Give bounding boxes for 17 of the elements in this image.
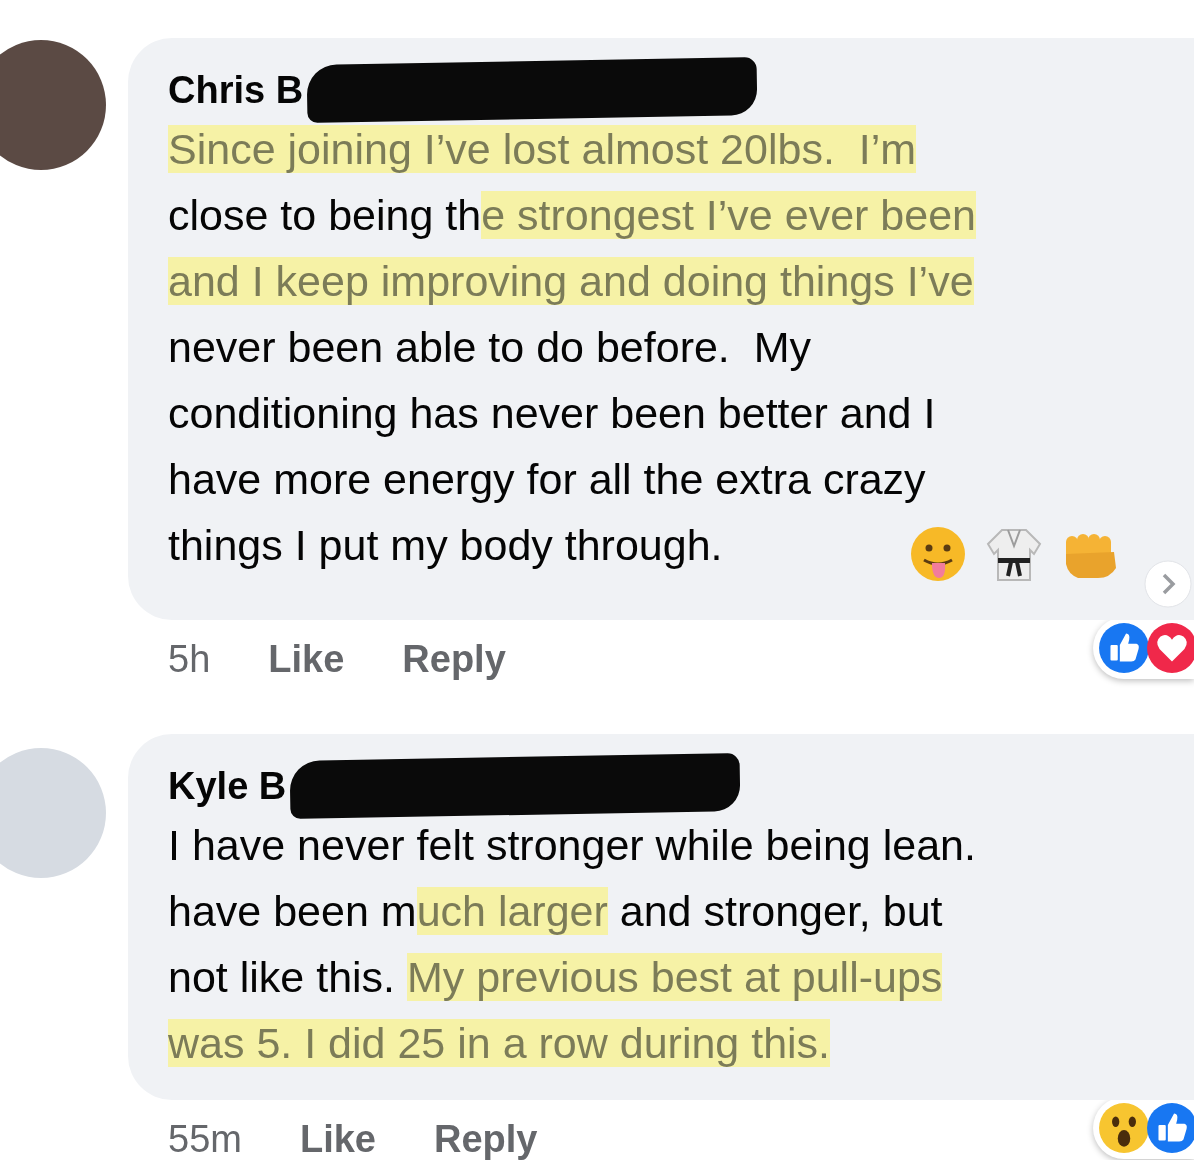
comment-time: 55m [168, 1117, 242, 1160]
comment-action-link[interactable]: Reply [433, 1117, 538, 1160]
comment-text: Since joining I’ve lost almost 20lbs. I’m close to being the strongest I’ve ever been and I keep improving and doing things I’ve never been able to do before. My conditioning has never been better and I have more energy for all the extra crazy things I put my body through. [168, 124, 977, 571]
thumbs-up-icon [1146, 1102, 1194, 1154]
comment-time: 5h [168, 637, 211, 681]
author-name[interactable]: Kyle B [168, 764, 287, 808]
comment-action-link[interactable]: Like [299, 1117, 376, 1160]
thumbs-up-icon [1098, 622, 1150, 674]
heart-icon [1146, 622, 1194, 674]
comment-action-link[interactable]: Reply [402, 637, 506, 681]
reaction-badge[interactable] [1093, 1097, 1194, 1159]
chevron-right-icon[interactable] [1144, 560, 1192, 608]
comment-text: I have never felt stronger while being lean. have been much larger and stronger, but not like this. My previous best at pull-ups was 5. I did 25 in a row during this. [168, 820, 977, 1069]
comment-action-link[interactable]: Like [268, 637, 345, 681]
surprised-face-icon [1098, 1102, 1150, 1154]
tongue-face-icon [908, 524, 968, 584]
author-name[interactable]: Chris B [168, 68, 304, 112]
